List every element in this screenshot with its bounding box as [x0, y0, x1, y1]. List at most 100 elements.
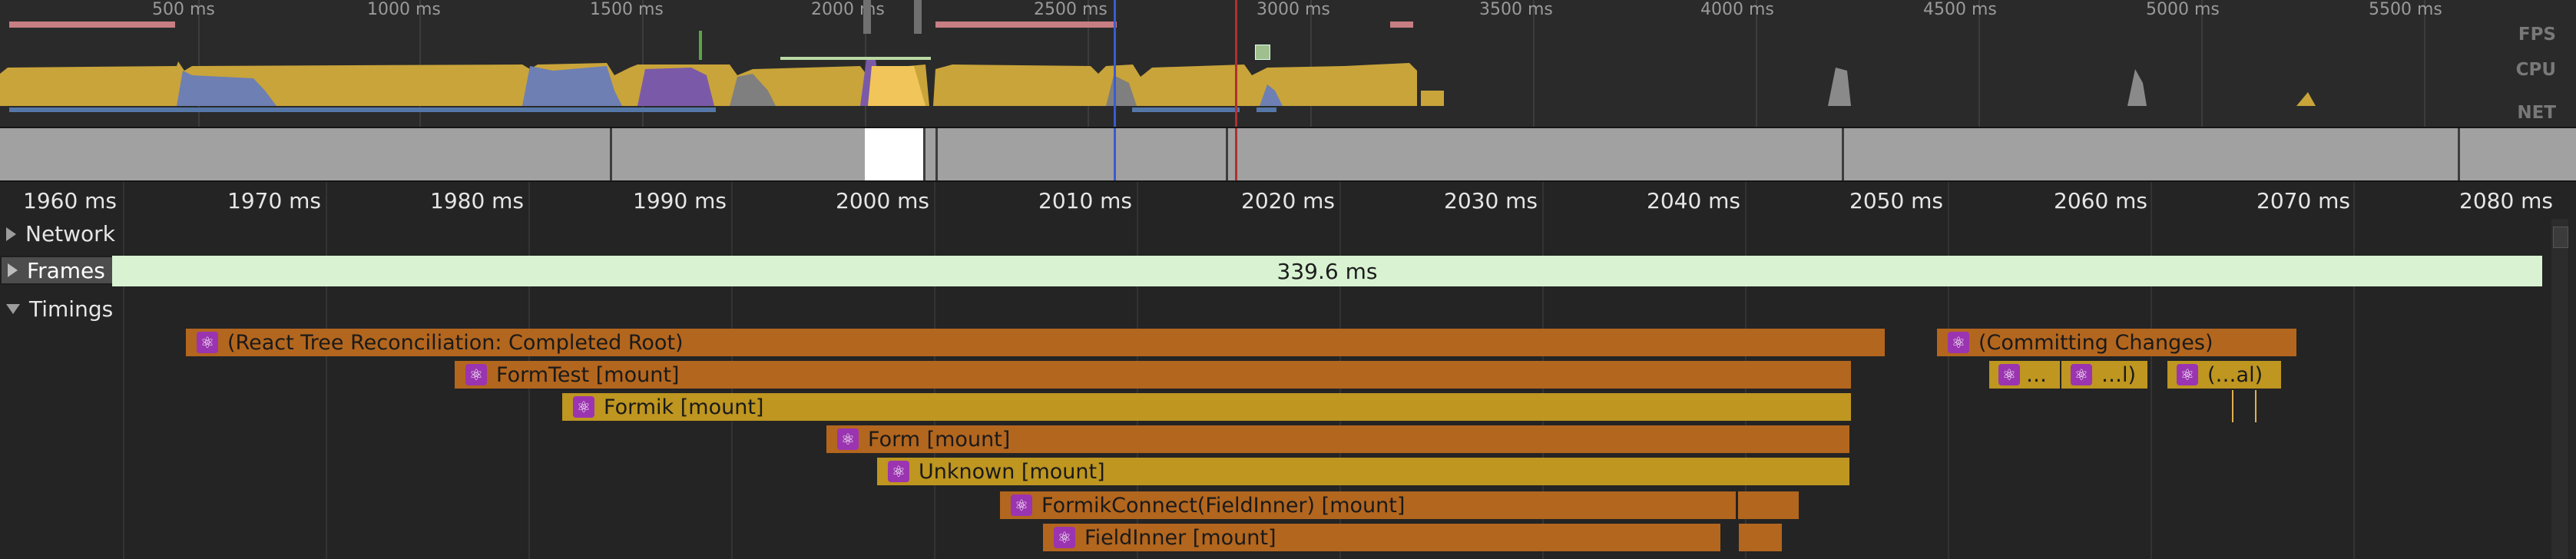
time-marker-red: [1235, 0, 1237, 127]
ruler-tick-label: 1960 ms: [23, 188, 118, 213]
overview-tick-label: 3500 ms: [1479, 0, 1553, 19]
timeline-overview[interactable]: 500 ms 1000 ms 1500 ms 2000 ms 2500 ms 3…: [0, 0, 2576, 127]
timing-label: FieldInner [mount]: [1084, 525, 1276, 550]
screenshot-divider: [2458, 128, 2460, 180]
ruler-tick-label: 2060 ms: [2054, 188, 2148, 213]
timing-bar-commit-child[interactable]: ⚛ …l): [2061, 361, 2147, 389]
timing-label: (Committing Changes): [1978, 330, 2213, 355]
timing-bar-formtest-mount[interactable]: ⚛ FormTest [mount]: [455, 361, 1851, 389]
ruler-tick-label: 2040 ms: [1647, 188, 1741, 213]
ruler-tick-line: [123, 182, 124, 559]
react-icon: ⚛: [197, 332, 218, 353]
ruler-tick-line: [2151, 182, 2152, 559]
timing-bar-fieldinner-mount[interactable]: ⚛ FieldInner [mount]: [1043, 524, 1720, 551]
timing-bar-commit-child[interactable]: ⚛ (…al): [2167, 361, 2281, 389]
ruler-tick-label: 2050 ms: [1849, 188, 1944, 213]
react-icon: ⚛: [2177, 364, 2198, 385]
frame-duration: 339.6 ms: [1276, 258, 1378, 284]
scrollbar-thumb[interactable]: [2553, 227, 2568, 248]
frame-marker: [699, 31, 702, 60]
timing-label: (…al): [2207, 362, 2263, 387]
timing-label: (React Tree Reconciliation: Completed Ro…: [227, 330, 684, 355]
frames-track-label: Frames: [27, 257, 105, 283]
ruler-tick-label: 2080 ms: [2459, 188, 2554, 213]
ruler-tick-line: [326, 182, 327, 559]
timing-bar-committing-changes[interactable]: ⚛ (Committing Changes): [1937, 329, 2296, 356]
cpu-chart: [0, 60, 2316, 106]
expand-arrow-icon: [6, 227, 16, 241]
ruler-tick-label: 2010 ms: [1038, 188, 1133, 213]
frame-marker: [1255, 45, 1270, 60]
fps-bar: [935, 22, 1117, 28]
screenshot-divider: [935, 128, 938, 180]
timing-tick: [2232, 390, 2233, 422]
timing-bar-form-mount[interactable]: ⚛ Form [mount]: [826, 425, 1849, 453]
timing-bar-react-reconciliation[interactable]: ⚛ (React Tree Reconciliation: Completed …: [186, 329, 1885, 356]
cpu-row-label: CPU: [2515, 60, 2556, 80]
net-row-label: NET: [2517, 103, 2556, 123]
frames-track-toggle[interactable]: Frames: [0, 256, 114, 285]
ruler-tick-label: 2020 ms: [1241, 188, 1336, 213]
network-activity: [9, 108, 716, 112]
ruler-tick-label: 2070 ms: [2256, 188, 2351, 213]
react-icon: ⚛: [1054, 527, 1075, 548]
timing-label: …: [2026, 362, 2047, 387]
overview-tick-label: 1500 ms: [590, 0, 664, 19]
overview-tick-label: 500 ms: [152, 0, 215, 19]
react-icon: ⚛: [1998, 364, 2020, 385]
screenshot-divider: [1842, 128, 1844, 180]
timing-bar-formik-mount[interactable]: ⚛ Formik [mount]: [562, 393, 1851, 421]
react-icon: ⚛: [2071, 364, 2092, 385]
ruler-tick-label: 2030 ms: [1444, 188, 1538, 213]
fps-bar: [9, 22, 175, 28]
screenshot-divider: [923, 128, 925, 180]
timing-tick: [2255, 390, 2256, 422]
overview-tick-label: 2000 ms: [811, 0, 885, 19]
overview-tick-label: 5000 ms: [2146, 0, 2220, 19]
ruler-tick-label: 1970 ms: [227, 188, 322, 213]
screenshot-selected[interactable]: [865, 128, 923, 180]
ruler-tick-label: 2000 ms: [836, 188, 930, 213]
react-icon: ⚛: [888, 461, 909, 482]
ruler-tick-label: 1980 ms: [430, 188, 525, 213]
network-activity: [1132, 108, 1240, 112]
timing-label: Form [mount]: [868, 427, 1011, 452]
timings-track-toggle[interactable]: Timings: [6, 296, 113, 322]
react-icon: ⚛: [837, 428, 859, 450]
timing-bar-fieldinner-tail[interactable]: [1739, 524, 1782, 551]
ruler-tick-line: [1948, 182, 1949, 559]
screenshot-divider: [610, 128, 612, 180]
selection-handle-right[interactable]: [914, 0, 922, 34]
overview-tick-label: 4000 ms: [1700, 0, 1774, 19]
overview-tick-label: 4500 ms: [1923, 0, 1997, 19]
screenshot-filmstrip[interactable]: [0, 127, 2576, 182]
react-icon: ⚛: [465, 364, 487, 385]
vertical-scrollbar[interactable]: [2551, 219, 2568, 559]
time-marker-red: [1235, 128, 1237, 180]
time-marker-blue: [1114, 128, 1116, 180]
expand-arrow-icon: [8, 263, 18, 277]
timing-gap: [1736, 491, 1738, 519]
react-icon: ⚛: [573, 396, 594, 418]
overview-tick-label: 1000 ms: [367, 0, 441, 19]
react-icon: ⚛: [1948, 332, 1969, 353]
timings-track-label: Timings: [29, 296, 114, 322]
network-track-label: Network: [25, 221, 115, 246]
collapse-arrow-icon: [6, 304, 20, 314]
timing-label: FormTest [mount]: [496, 362, 680, 387]
frame-bar[interactable]: 339.6 ms: [112, 256, 2542, 286]
timing-label: Unknown [mount]: [919, 459, 1105, 484]
time-marker-blue: [1114, 0, 1116, 127]
selection-handle-left[interactable]: [863, 0, 871, 34]
screenshot-divider: [1226, 128, 1228, 180]
timing-label: Formik [mount]: [604, 395, 764, 419]
fps-bar: [1390, 22, 1413, 28]
network-track-toggle[interactable]: Network: [6, 221, 115, 246]
overview-tick-label: 2500 ms: [1034, 0, 1108, 19]
timing-bar-commit-child[interactable]: ⚛ …: [1989, 361, 2060, 389]
ruler-tick-line: [2353, 182, 2355, 559]
timing-bar-formikconnect-mount[interactable]: ⚛ FormikConnect(FieldInner) [mount]: [1000, 491, 1799, 519]
timing-label: …l): [2101, 362, 2137, 387]
timing-bar-unknown-mount[interactable]: ⚛ Unknown [mount]: [877, 458, 1849, 485]
overview-tick-label: 5500 ms: [2369, 0, 2442, 19]
